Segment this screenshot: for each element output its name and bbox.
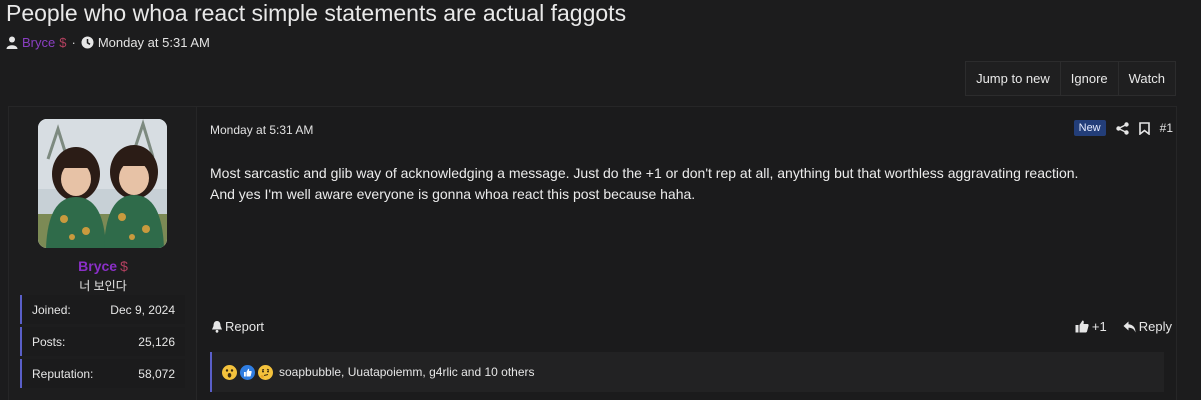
thinking-emoji-icon (258, 364, 273, 380)
post-user-panel: Bryce $ 너 보인다 Joined: Dec 9, 2024 Posts: … (9, 107, 197, 400)
stat-value: 58,072 (138, 366, 175, 381)
post-tools: New #1 (1073, 119, 1173, 137)
avatar[interactable] (38, 119, 167, 248)
post-date[interactable]: Monday at 5:31 AM (210, 123, 313, 137)
post-username[interactable]: Bryce $ (9, 258, 197, 274)
post-number-link[interactable]: #1 (1160, 121, 1173, 135)
stat-label: Reputation: (32, 366, 94, 381)
user-title: 너 보인다 (79, 279, 127, 293)
bookmark-icon[interactable] (1138, 121, 1150, 135)
report-button[interactable]: Report (211, 319, 264, 334)
stat-value: Dec 9, 2024 (110, 302, 175, 317)
stat-value: 25,126 (138, 334, 175, 349)
reply-icon (1123, 321, 1136, 333)
stat-joined: Joined: Dec 9, 2024 (20, 295, 185, 324)
watch-button[interactable]: Watch (1117, 62, 1175, 95)
reply-label: Reply (1138, 319, 1172, 334)
stat-label: Posts: (32, 334, 66, 349)
like-emoji-icon (240, 364, 255, 380)
report-label: Report (225, 319, 265, 334)
plus-one-button[interactable]: +1 (1075, 319, 1107, 334)
username-badge: $ (120, 258, 128, 274)
thread-actions: Jump to new Ignore Watch (965, 61, 1176, 96)
plus-one-label: +1 (1091, 319, 1107, 334)
post-body-line: Most sarcastic and glib way of acknowled… (210, 165, 1079, 181)
thread-title: People who whoa react simple statements … (6, 0, 627, 26)
stat-posts: Posts: 25,126 (20, 327, 185, 356)
clock-icon (81, 36, 94, 49)
thread-author-link[interactable]: Bryce (22, 35, 55, 50)
ignore-button[interactable]: Ignore (1059, 62, 1118, 95)
new-badge: New (1073, 120, 1106, 136)
meta-separator: · (71, 34, 76, 50)
reactions-bar[interactable]: soapbubble, Uuatapoiemm, g4rlic and 10 o… (210, 352, 1164, 392)
wow-emoji-icon (222, 364, 237, 380)
bell-icon (211, 320, 223, 333)
user-icon (6, 36, 18, 49)
share-icon[interactable] (1115, 121, 1129, 135)
post-actions: +1 Reply (1075, 319, 1172, 334)
thread-meta: Bryce $ · Monday at 5:31 AM (6, 33, 210, 51)
post-body: Most sarcastic and glib way of acknowled… (210, 163, 1155, 205)
jump-to-new-button[interactable]: Jump to new (966, 62, 1060, 95)
stat-reputation: Reputation: 58,072 (20, 359, 185, 388)
post-main: Monday at 5:31 AM New #1 Most sarcastic … (198, 107, 1176, 400)
author-badge: $ (59, 34, 67, 50)
post-body-line: And yes I'm well aware everyone is gonna… (210, 186, 696, 202)
post-username-text[interactable]: Bryce (78, 258, 117, 274)
thread-date[interactable]: Monday at 5:31 AM (98, 35, 210, 50)
reactions-users[interactable]: soapbubble, Uuatapoiemm, g4rlic and 10 o… (279, 365, 535, 379)
reply-button[interactable]: Reply (1123, 319, 1172, 334)
post: Bryce $ 너 보인다 Joined: Dec 9, 2024 Posts: … (8, 106, 1177, 400)
stat-label: Joined: (32, 302, 71, 317)
thumbs-up-icon (1075, 320, 1089, 333)
